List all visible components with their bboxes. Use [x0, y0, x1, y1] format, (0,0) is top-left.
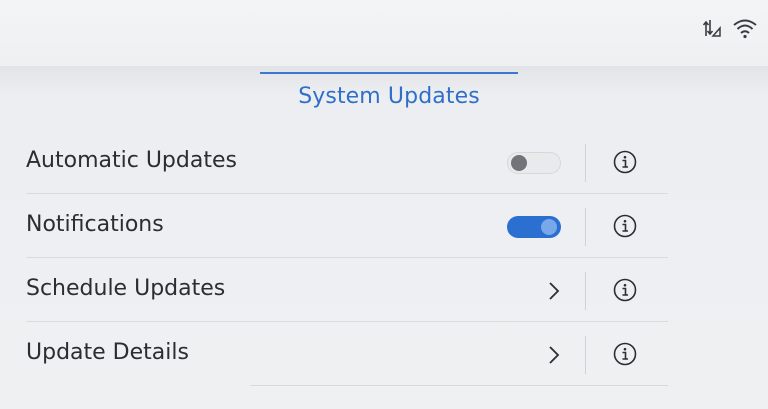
- chevron-right-icon[interactable]: [546, 280, 562, 306]
- row-schedule-updates[interactable]: Schedule Updates: [0, 258, 768, 322]
- row-label: Notifications: [26, 212, 164, 237]
- toggle-knob: [511, 155, 527, 171]
- list-bottom-divider: [250, 385, 668, 386]
- title-underline: [260, 72, 518, 74]
- automatic-updates-toggle[interactable]: [507, 152, 561, 174]
- chevron-right-icon[interactable]: [546, 344, 562, 370]
- notifications-toggle[interactable]: [507, 216, 561, 238]
- row-label: Automatic Updates: [26, 148, 237, 173]
- info-icon[interactable]: [613, 278, 637, 306]
- separator: [585, 336, 586, 374]
- info-icon[interactable]: [613, 342, 637, 370]
- page-title: System Updates: [298, 84, 480, 109]
- status-bar: [0, 0, 768, 66]
- settings-list: Automatic Updates Notifications Schedule…: [0, 130, 768, 386]
- wifi-icon: [732, 17, 758, 39]
- separator: [585, 208, 586, 246]
- toggle-knob: [541, 219, 557, 235]
- separator: [585, 272, 586, 310]
- row-notifications: Notifications: [0, 194, 768, 258]
- data-transfer-icon: [702, 16, 722, 40]
- row-automatic-updates: Automatic Updates: [0, 130, 768, 194]
- row-update-details[interactable]: Update Details: [0, 322, 768, 386]
- row-label: Update Details: [26, 340, 189, 365]
- info-icon[interactable]: [613, 214, 637, 242]
- row-label: Schedule Updates: [26, 276, 226, 301]
- status-icons: [702, 16, 758, 40]
- separator: [585, 144, 586, 182]
- info-icon[interactable]: [613, 150, 637, 178]
